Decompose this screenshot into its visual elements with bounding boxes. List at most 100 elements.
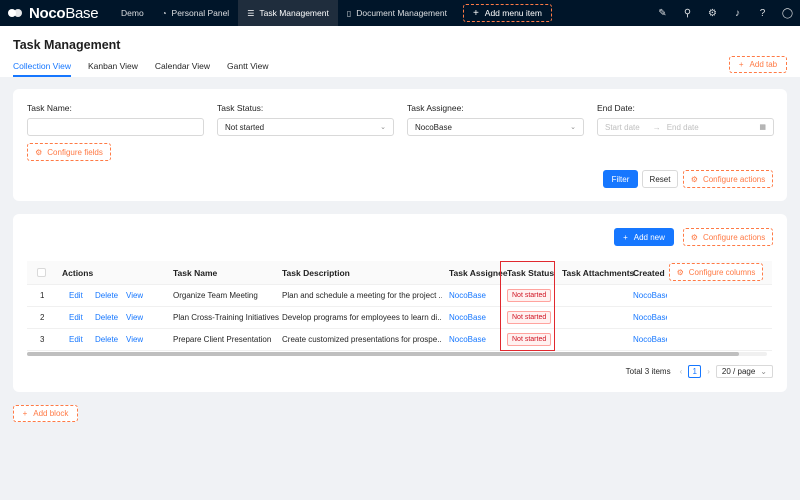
task-status-select[interactable]: Not started ⌄ bbox=[217, 118, 394, 136]
calendar-icon: ▦ bbox=[759, 124, 766, 131]
created-by-cell[interactable]: NocoBase bbox=[633, 313, 667, 322]
delete-link[interactable]: Delete bbox=[95, 291, 118, 300]
gear-icon: ⚙ bbox=[676, 267, 684, 277]
task-assignee-cell[interactable]: NocoBase bbox=[449, 313, 486, 322]
add-menu-item-button[interactable]: + Add menu item bbox=[462, 4, 552, 22]
tasks-table: Actions Task Name Task Description Task … bbox=[27, 261, 772, 351]
menu-item-document-management[interactable]: ▯ Document Management bbox=[338, 0, 456, 26]
row-index: 1 bbox=[40, 291, 45, 300]
column-header-task-assignee[interactable]: Task Assignee bbox=[449, 268, 508, 278]
chevron-down-icon: ⌄ bbox=[570, 124, 576, 131]
user-icon[interactable]: ◯ bbox=[775, 8, 800, 19]
edit-link[interactable]: Edit bbox=[69, 291, 83, 300]
table-row: 3 Edit Delete View Prepare Client Presen… bbox=[27, 329, 772, 351]
arrow-right-icon: → bbox=[652, 122, 661, 132]
tab-gantt-view[interactable]: Gantt View bbox=[227, 61, 268, 77]
page-size-select[interactable]: 20 / page ⌄ bbox=[715, 365, 773, 378]
help-icon[interactable]: ? bbox=[750, 8, 775, 19]
delete-link[interactable]: Delete bbox=[95, 313, 118, 322]
column-header-task-name[interactable]: Task Name bbox=[173, 268, 217, 278]
gear-icon: ⚙ bbox=[690, 174, 698, 184]
status-badge: Not started bbox=[507, 289, 552, 302]
created-by-cell[interactable]: NocoBase bbox=[633, 335, 667, 344]
prev-page-icon[interactable]: ‹ bbox=[680, 367, 683, 376]
task-name-cell: Prepare Client Presentation bbox=[173, 335, 272, 344]
edit-link[interactable]: Edit bbox=[69, 313, 83, 322]
tab-kanban-view[interactable]: Kanban View bbox=[88, 61, 138, 77]
tab-collection-view[interactable]: Collection View bbox=[13, 61, 71, 77]
column-header-task-attachments[interactable]: Task Attachments bbox=[562, 268, 634, 278]
menu-item-demo[interactable]: Demo bbox=[112, 0, 153, 26]
scrollbar-thumb[interactable] bbox=[27, 352, 739, 356]
filter-button[interactable]: Filter bbox=[603, 170, 638, 188]
page-title: Task Management bbox=[13, 38, 121, 52]
add-tab-button[interactable]: + Add tab bbox=[729, 56, 787, 73]
table-header-row: Actions Task Name Task Description Task … bbox=[27, 261, 772, 285]
reset-button[interactable]: Reset bbox=[642, 170, 678, 188]
page-header: Task Management Collection View Kanban V… bbox=[0, 26, 800, 77]
menu-item-task-management[interactable]: ☰ Task Management bbox=[238, 0, 338, 26]
view-link[interactable]: View bbox=[126, 335, 143, 344]
task-assignee-select[interactable]: NocoBase ⌄ bbox=[407, 118, 584, 136]
view-link[interactable]: View bbox=[126, 313, 143, 322]
nocobase-logo[interactable]: NocoBase bbox=[0, 0, 112, 26]
top-navbar: NocoBase Demo ◔ Personal Panel ☰ Task Mana… bbox=[0, 0, 800, 26]
next-page-icon[interactable]: › bbox=[707, 367, 710, 376]
dashboard-icon: ◔ bbox=[161, 8, 167, 18]
edit-link[interactable]: Edit bbox=[69, 335, 83, 344]
paint-brush-icon[interactable]: ✎ bbox=[650, 8, 675, 19]
configure-columns-button[interactable]: ⚙ Configure columns bbox=[669, 263, 763, 281]
plugin-icon[interactable]: ⚲ bbox=[675, 8, 700, 19]
end-date-range-picker[interactable]: Start date → End date ▦ bbox=[597, 118, 774, 136]
pagination-total: Total 3 items bbox=[625, 367, 671, 376]
task-assignee-cell[interactable]: NocoBase bbox=[449, 335, 486, 344]
configure-actions-button[interactable]: ⚙ Configure actions bbox=[683, 170, 773, 188]
logo-mark-icon bbox=[8, 7, 26, 19]
configure-fields-button[interactable]: ⚙ Configure fields bbox=[27, 143, 111, 161]
table-row: 2 Edit Delete View Plan Cross-Training I… bbox=[27, 307, 772, 329]
row-index: 3 bbox=[40, 335, 45, 344]
filter-form-card: Task Name: Task Status: Not started ⌄ Tas… bbox=[13, 89, 787, 201]
page-number-button[interactable]: 1 bbox=[688, 365, 702, 378]
tab-calendar-view[interactable]: Calendar View bbox=[155, 61, 210, 77]
task-description-cell: Create customized presentations for pros… bbox=[282, 335, 442, 344]
table-block-card: + Add new ⚙ Configure actions Actions Task… bbox=[13, 214, 787, 392]
file-icon: ▯ bbox=[346, 8, 352, 18]
add-block-button[interactable]: + Add block bbox=[13, 405, 78, 422]
select-all-checkbox[interactable] bbox=[37, 268, 46, 277]
plus-icon: + bbox=[472, 7, 479, 19]
chevron-down-icon: ⌄ bbox=[380, 124, 386, 131]
add-new-button[interactable]: + Add new bbox=[614, 228, 674, 246]
task-description-cell: Develop programs for employees to learn … bbox=[282, 313, 442, 322]
column-header-actions: Actions bbox=[62, 267, 94, 278]
view-link[interactable]: View bbox=[126, 291, 143, 300]
settings-icon[interactable]: ⚙ bbox=[700, 8, 725, 19]
menu-item-personal-panel[interactable]: ◔ Personal Panel bbox=[153, 0, 239, 26]
created-by-cell[interactable]: NocoBase bbox=[633, 291, 667, 300]
column-header-created-by[interactable]: Created b bbox=[633, 268, 667, 278]
row-index: 2 bbox=[40, 313, 45, 322]
task-status-label: Task Status: bbox=[217, 103, 264, 113]
task-assignee-label: Task Assignee: bbox=[407, 103, 464, 113]
end-date-label: End Date: bbox=[597, 103, 635, 113]
logo-text-bold: Noco bbox=[29, 4, 66, 22]
status-badge: Not started bbox=[507, 333, 552, 346]
configure-actions-button[interactable]: ⚙ Configure actions bbox=[683, 228, 773, 246]
bell-icon[interactable]: ♪ bbox=[725, 8, 750, 19]
task-assignee-cell[interactable]: NocoBase bbox=[449, 291, 486, 300]
plus-icon: + bbox=[623, 232, 628, 242]
task-name-cell: Organize Team Meeting bbox=[173, 291, 258, 300]
task-name-label: Task Name: bbox=[27, 103, 72, 113]
top-menu: Demo ◔ Personal Panel ☰ Task Management ▯ D… bbox=[112, 0, 552, 26]
gear-icon: ⚙ bbox=[690, 232, 698, 242]
top-right-icons: ✎ ⚲ ⚙ ♪ ? ◯ bbox=[650, 0, 800, 26]
column-header-task-status[interactable]: Task Status bbox=[507, 268, 554, 278]
delete-link[interactable]: Delete bbox=[95, 335, 118, 344]
end-date-placeholder: End date bbox=[666, 122, 699, 132]
task-name-input[interactable] bbox=[27, 118, 204, 136]
chevron-down-icon: ⌄ bbox=[760, 367, 767, 376]
horizontal-scrollbar[interactable] bbox=[27, 352, 767, 356]
column-header-task-description[interactable]: Task Description bbox=[282, 268, 350, 278]
pagination: Total 3 items ‹ 1 › 20 / page ⌄ bbox=[626, 365, 773, 378]
table-row: 1 Edit Delete View Organize Team Meeting… bbox=[27, 285, 772, 307]
